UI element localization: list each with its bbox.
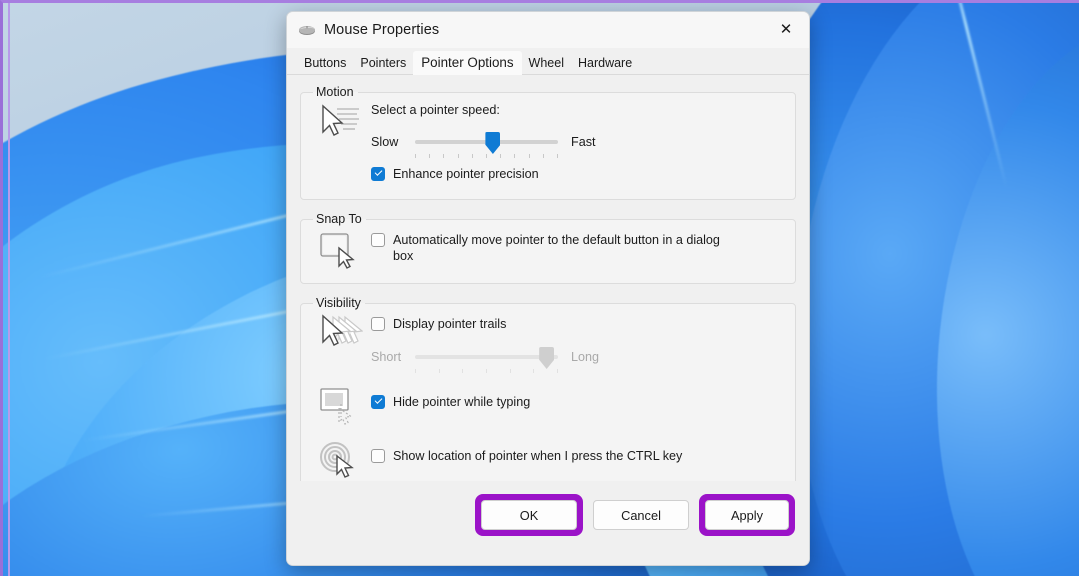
ok-button[interactable]: OK <box>481 500 577 530</box>
show-pointer-location-label: Show location of pointer when I press th… <box>393 449 683 463</box>
slider-ticks <box>415 369 558 375</box>
mouse-properties-dialog: Mouse Properties ✕ Buttons Pointers Poin… <box>286 11 810 566</box>
slider-max-label: Fast <box>571 135 596 149</box>
enhance-pointer-precision-checkbox[interactable] <box>371 167 385 181</box>
tab-pointers[interactable]: Pointers <box>353 53 413 75</box>
display-pointer-trails-checkbox[interactable] <box>371 317 385 331</box>
dialog-title: Mouse Properties <box>324 22 440 38</box>
display-pointer-trails-row[interactable]: Display pointer trails <box>371 316 785 332</box>
group-snap-to-legend: Snap To <box>316 212 362 226</box>
visibility-trails-block: Display pointer trails Short Long <box>311 314 785 373</box>
ok-button-highlight: OK <box>475 494 583 536</box>
hide-pointer-typing-row[interactable]: Hide pointer while typing <box>371 394 785 410</box>
auto-move-pointer-row[interactable]: Automatically move pointer to the defaul… <box>371 232 785 264</box>
cancel-button[interactable]: Cancel <box>593 500 689 530</box>
tab-pointer-options[interactable]: Pointer Options <box>413 51 522 75</box>
mouse-icon <box>298 22 316 38</box>
enhance-pointer-precision-row[interactable]: Enhance pointer precision <box>371 166 785 182</box>
show-pointer-location-row[interactable]: Show location of pointer when I press th… <box>371 448 785 464</box>
tab-strip: Buttons Pointers Pointer Options Wheel H… <box>287 48 809 75</box>
tab-buttons[interactable]: Buttons <box>297 53 353 75</box>
hide-pointer-typing-label: Hide pointer while typing <box>393 395 531 409</box>
pointer-speed-slider[interactable] <box>415 131 558 158</box>
hide-pointer-typing-checkbox[interactable] <box>371 395 385 409</box>
trails-slider-max-label: Long <box>571 350 600 364</box>
tab-panel-pointer-options: Motion Select a pointer speed: Slow Fast… <box>287 75 809 546</box>
slider-ticks <box>415 154 558 160</box>
group-motion-legend: Motion <box>316 85 354 99</box>
group-snap-to: Snap To Automatically move pointer to th… <box>300 212 796 284</box>
pointer-speed-icon <box>311 103 369 182</box>
group-visibility-legend: Visibility <box>316 296 361 310</box>
visibility-show-location-block: Show location of pointer when I press th… <box>311 440 785 480</box>
pointer-trails-slider[interactable] <box>415 346 558 373</box>
trails-slider-min-label: Short <box>371 350 402 364</box>
show-pointer-location-icon <box>311 440 369 480</box>
group-motion: Motion Select a pointer speed: Slow Fast… <box>300 85 796 200</box>
pointer-speed-slider-row: Slow Fast <box>371 131 785 158</box>
pointer-trails-icon <box>311 314 369 368</box>
slider-track <box>415 355 558 359</box>
group-visibility: Visibility Display pointer trails Short … <box>300 296 796 496</box>
show-pointer-location-checkbox[interactable] <box>371 449 385 463</box>
slider-thumb[interactable] <box>539 347 555 369</box>
slider-min-label: Slow <box>371 135 399 149</box>
auto-move-pointer-checkbox[interactable] <box>371 233 385 247</box>
enhance-pointer-precision-label: Enhance pointer precision <box>393 167 539 181</box>
pointer-speed-label: Select a pointer speed: <box>371 103 500 117</box>
desktop-screen: Mouse Properties ✕ Buttons Pointers Poin… <box>0 0 1079 576</box>
pointer-trails-slider-row: Short Long <box>371 346 785 373</box>
apply-button-highlight: Apply <box>699 494 795 536</box>
dialog-titlebar: Mouse Properties ✕ <box>287 12 809 48</box>
slider-thumb[interactable] <box>485 132 501 154</box>
snap-to-default-button-icon <box>311 230 369 270</box>
hide-pointer-typing-icon <box>311 386 369 426</box>
dialog-button-row: OK Cancel Apply <box>475 494 795 536</box>
tab-wheel[interactable]: Wheel <box>522 53 571 75</box>
apply-button[interactable]: Apply <box>705 500 789 530</box>
tab-hardware[interactable]: Hardware <box>571 53 639 75</box>
visibility-hide-typing-block: Hide pointer while typing <box>311 386 785 426</box>
close-icon[interactable]: ✕ <box>763 12 809 46</box>
auto-move-pointer-label: Automatically move pointer to the defaul… <box>393 233 720 263</box>
dialog-footer: OK Cancel Apply <box>287 481 809 565</box>
display-pointer-trails-label: Display pointer trails <box>393 317 507 331</box>
